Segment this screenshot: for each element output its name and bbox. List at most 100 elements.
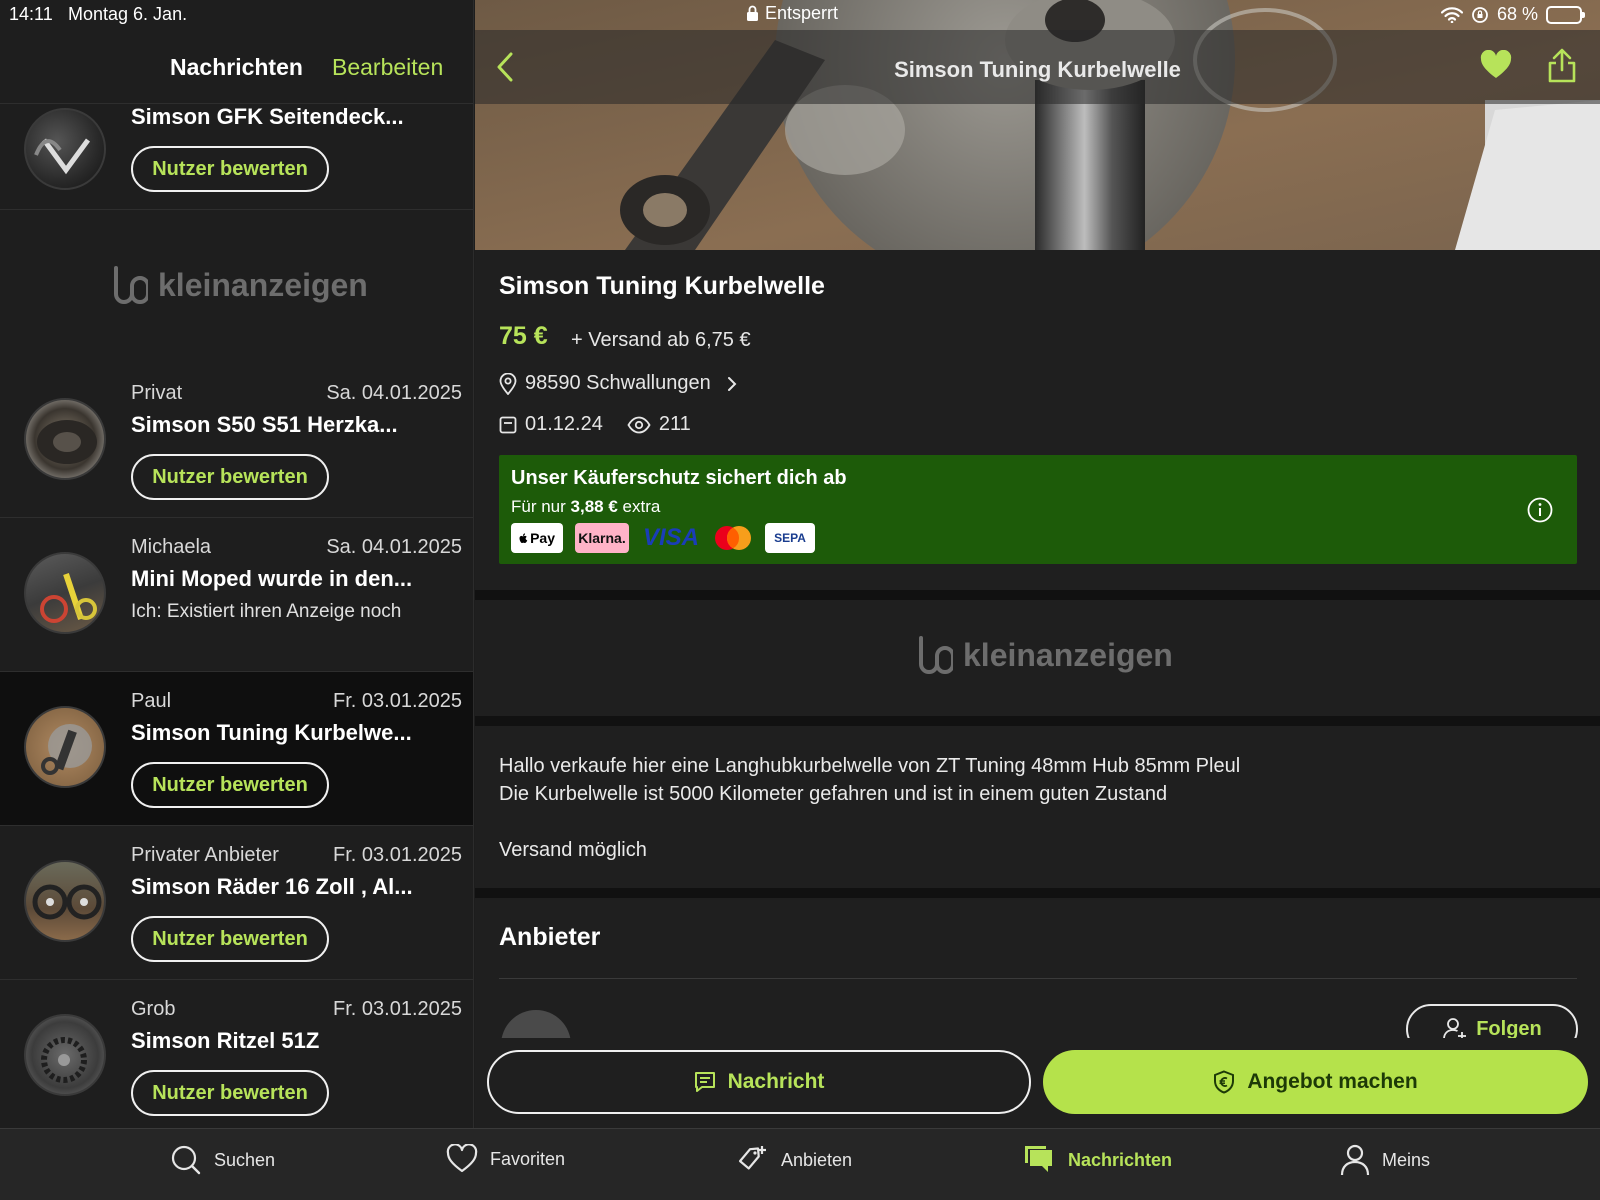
sepa-icon: SEPA	[765, 523, 816, 553]
conversation-thumbnail	[24, 552, 106, 634]
view-count: 211	[658, 413, 691, 435]
conversation-date: Fr. 03.01.2025	[333, 844, 462, 866]
sender-name: Grob	[131, 998, 176, 1020]
orientation-lock-icon	[1472, 6, 1488, 23]
conversation-thumbnail	[24, 860, 106, 942]
conversation-title: Mini Moped wurde in den...	[131, 566, 413, 591]
listing-location[interactable]: 98590 Schwallungen	[499, 372, 739, 395]
status-date: Montag 6. Jan.	[68, 4, 188, 24]
lock-label: Entsperrt	[765, 3, 839, 23]
seller-heading: Anbieter	[499, 923, 601, 951]
listing-date: 01.12.24	[525, 413, 603, 435]
conversation-title: Simson Ritzel 51Z	[131, 1028, 320, 1053]
listing-nav-title: Simson Tuning Kurbelwelle	[894, 57, 1181, 82]
listing-pane: Simson Tuning Kurbelwelle Simson Tuning …	[475, 0, 1600, 1128]
conversation-meta: Michaela Sa. 04.01.2025	[131, 536, 462, 559]
listing-action-bar: Nachricht Angebot machen	[475, 1038, 1600, 1128]
protection-fee: Für nur 3,88 € extra	[511, 497, 660, 517]
status-right: 68 %	[1440, 4, 1585, 25]
tab-bar: Suchen Favoriten Anbieten Nachrichten Me…	[0, 1128, 1600, 1200]
section-separator	[475, 716, 1600, 726]
tab-messages[interactable]: Nachrichten	[1022, 1144, 1172, 1176]
rate-user-button[interactable]: Nutzer bewerten	[131, 1070, 329, 1116]
ad-banner: kleinanzeigen	[915, 634, 1173, 676]
kleinanzeigen-logo-icon	[919, 636, 953, 674]
description-line: Die Kurbelwelle ist 5000 Kilometer gefah…	[499, 783, 1168, 805]
rate-user-button[interactable]: Nutzer bewerten	[131, 454, 329, 500]
description-line: Hallo verkaufe hier eine Langhubkurbelwe…	[499, 755, 1241, 777]
conversation-thumbnail	[24, 1014, 106, 1096]
ad-banner: kleinanzeigen	[110, 264, 368, 306]
make-offer-label: Angebot machen	[1247, 1070, 1418, 1093]
sender-name: Privater Anbieter	[131, 844, 279, 866]
sender-name: Paul	[131, 690, 172, 712]
battery-percent: 68 %	[1496, 4, 1538, 24]
klarna-label: Klarna.	[578, 530, 626, 546]
klarna-icon: Klarna.	[575, 523, 629, 553]
protection-fee-amount: 3,88 €	[570, 497, 618, 516]
lock-status: Entsperrt	[746, 3, 838, 24]
conversation-thumbnail	[24, 398, 106, 480]
battery-icon	[1546, 5, 1585, 24]
kleinanzeigen-logo-icon	[114, 266, 148, 304]
location-pin-icon	[499, 372, 517, 395]
rate-user-button[interactable]: Nutzer bewerten	[131, 146, 329, 192]
make-offer-button[interactable]: Angebot machen	[1043, 1050, 1588, 1114]
message-button[interactable]: Nachricht	[487, 1050, 1031, 1114]
tab-search[interactable]: Suchen	[170, 1144, 275, 1176]
message-button-label: Nachricht	[727, 1070, 825, 1093]
tab-sell[interactable]: Anbieten	[737, 1144, 852, 1176]
conversation-title: Simson Räder 16 Zoll , Al...	[131, 874, 413, 899]
sender-name: Michaela	[131, 536, 212, 558]
messages-title: Nachrichten	[170, 54, 303, 80]
listing-nav-bar: Simson Tuning Kurbelwelle	[475, 30, 1600, 104]
conversation-date: Fr. 03.01.2025	[333, 690, 462, 712]
conversation-date: Fr. 03.01.2025	[333, 998, 462, 1020]
chat-icon	[1025, 1146, 1052, 1172]
info-icon[interactable]	[1527, 497, 1553, 523]
tab-favorites[interactable]: Favoriten	[446, 1144, 565, 1174]
edit-button[interactable]: Bearbeiten	[332, 54, 443, 81]
conversation-meta: Privater Anbieter Fr. 03.01.2025	[131, 844, 462, 867]
messages-header: Nachrichten Bearbeiten	[0, 30, 473, 104]
rate-user-button[interactable]: Nutzer bewerten	[131, 916, 329, 962]
tab-label: Favoriten	[490, 1148, 566, 1169]
sender-name: Privat	[131, 382, 183, 404]
protection-title: Unser Käuferschutz sichert dich ab	[511, 467, 847, 489]
conversation-title: Simson Tuning Kurbelwe...	[131, 720, 412, 745]
lock-icon	[747, 5, 758, 21]
brand-name: kleinanzeigen	[963, 636, 1173, 673]
conversation-date: Sa. 04.01.2025	[326, 536, 462, 558]
heart-icon	[446, 1144, 478, 1173]
rate-user-button[interactable]: Nutzer bewerten	[131, 762, 329, 808]
conversation-preview: Ich: Existiert ihren Anzeige noch	[131, 601, 402, 622]
conversation-item[interactable]: Grob Fr. 03.01.2025 Simson Ritzel 51Z Nut…	[0, 980, 473, 1128]
buyer-protection-banner[interactable]: Unser Käuferschutz sichert dich ab Für n…	[499, 455, 1577, 564]
conversation-item[interactable]: Privat Sa. 04.01.2025 Simson S50 S51 Herz…	[0, 364, 473, 518]
listing-title: Simson Tuning Kurbelwelle	[499, 272, 825, 300]
conversation-date: Sa. 04.01.2025	[326, 382, 462, 404]
favorite-heart-icon[interactable]	[1480, 50, 1512, 80]
tab-label: Nachrichten	[1068, 1149, 1173, 1170]
tab-profile[interactable]: Meins	[1340, 1144, 1430, 1176]
wifi-icon	[1440, 6, 1463, 23]
calendar-icon	[499, 416, 517, 433]
conversation-thumbnail	[24, 108, 106, 190]
conversation-item-active[interactable]: Paul Fr. 03.01.2025 Simson Tuning Kurbelw…	[0, 672, 473, 826]
conversation-meta: Privat Sa. 04.01.2025	[131, 382, 462, 405]
visa-label: VISA	[643, 524, 700, 551]
shipping-info: + Versand ab 6,75 €	[571, 329, 751, 351]
divider	[499, 978, 1577, 979]
conversation-item[interactable]: Privater Anbieter Fr. 03.01.2025 Simson R…	[0, 826, 473, 980]
listing-description: Hallo verkaufe hier eine Langhubkurbelwe…	[499, 752, 1240, 864]
location-text: 98590 Schwallungen	[525, 372, 711, 394]
conversation-title: Simson S50 S51 Herzka...	[131, 412, 398, 437]
share-icon[interactable]	[1546, 48, 1578, 84]
description-line: Versand möglich	[499, 839, 647, 861]
protection-fee-suffix: extra	[622, 497, 661, 516]
conversation-item[interactable]: Michaela Sa. 04.01.2025 Mini Moped wurde …	[0, 518, 473, 672]
payment-methods: Pay Klarna. VISA SEPA	[511, 523, 816, 553]
eye-icon	[627, 416, 651, 433]
chevron-right-icon	[727, 376, 737, 391]
sepa-label: SEPA	[774, 531, 806, 545]
